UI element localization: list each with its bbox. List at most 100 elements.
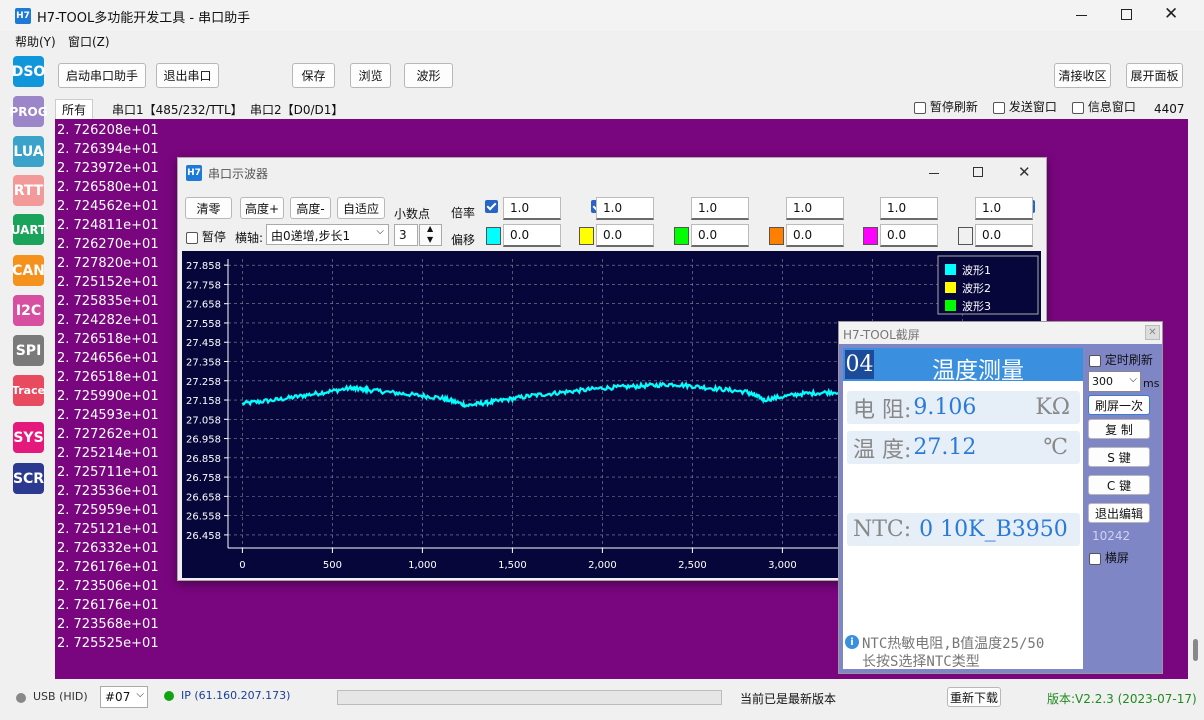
data-lines: 2. 726208e+01 2. 726394e+01 2. 723972e+01 2… [57, 121, 159, 653]
decimal-input[interactable]: 3 [394, 224, 418, 246]
channel-1-color-swatch[interactable] [486, 227, 501, 245]
pause-refresh-label: 暂停刷新 [929, 100, 978, 114]
channel-3-color-swatch[interactable] [674, 227, 689, 245]
sidebar-dso-icon[interactable]: DSO [12, 56, 45, 87]
resistance-readout: 电 阻: 9.106 KΩ [847, 391, 1080, 424]
sidebar-lua-icon[interactable]: LUA [13, 136, 44, 167]
port-select[interactable]: #07 ⌵ [100, 686, 148, 708]
channel-1-enable-checkbox[interactable] [485, 200, 498, 213]
data-line: 2. 725835e+01 [57, 294, 159, 309]
sidebar-scr-icon[interactable]: SCR [13, 463, 44, 494]
close-icon[interactable]: ✕ [1164, 4, 1178, 24]
sidebar-uart-icon[interactable]: UART [11, 214, 46, 245]
data-line: 2. 723568e+01 [57, 617, 159, 632]
spinner-up-icon[interactable]: ▲ [427, 224, 433, 233]
send-window-option[interactable]: 发送窗口 [993, 98, 1057, 115]
pause-refresh-option[interactable]: 暂停刷新 [914, 98, 978, 115]
channel-4-scale-input[interactable]: 1.0 [786, 197, 844, 220]
sidebar-sys-icon[interactable]: SYS [13, 422, 44, 453]
expand-panel-button[interactable]: 展开面板 [1126, 63, 1183, 88]
y-tick-label: 27.858 [186, 261, 221, 272]
channel-4-color-swatch[interactable] [769, 227, 784, 245]
scrollbar-thumb[interactable] [1193, 639, 1198, 661]
start-serial-button[interactable]: 启动串口助手 [58, 63, 146, 88]
maximize-icon[interactable] [1121, 9, 1132, 20]
tab-uart2[interactable]: 串口2【D0/D1】 [244, 99, 349, 119]
ntc-value: 0 10K_B3950 [919, 517, 1068, 542]
channel-5-color-swatch[interactable] [863, 227, 878, 245]
scope-pause-option[interactable]: 暂停 [186, 228, 226, 245]
lcd-close-icon[interactable]: ✕ [1145, 325, 1160, 340]
scope-close-icon[interactable]: ✕ [1018, 163, 1031, 181]
sidebar-trace-icon[interactable]: Trace [12, 375, 45, 406]
pause-refresh-checkbox[interactable] [914, 101, 926, 114]
temperature-label: 温 度: [853, 437, 912, 463]
channel-3-offset-input[interactable]: 0.0 [691, 224, 749, 247]
spinner-down-icon[interactable]: ▼ [427, 235, 433, 244]
legend-label-3: 波形3 [962, 300, 991, 313]
sidebar-spi-icon[interactable]: SPI [13, 335, 44, 366]
landscape-checkbox[interactable] [1089, 552, 1101, 565]
channel-4-offset-input[interactable]: 0.0 [786, 224, 844, 247]
auto-fit-button[interactable]: 自适应 [337, 197, 385, 219]
channel-5-offset-input[interactable]: 0.0 [880, 224, 938, 247]
browse-button[interactable]: 浏览 [350, 63, 391, 88]
sidebar-prog-icon[interactable]: PROG [9, 96, 48, 127]
sidebar-rtt-icon[interactable]: RTT [13, 175, 44, 206]
landscape-option[interactable]: 横屏 [1089, 549, 1129, 566]
channel-3-scale-input[interactable]: 1.0 [691, 197, 749, 220]
y-tick-label: 27.758 [186, 280, 221, 291]
channel-1-offset-input[interactable]: 0.0 [503, 224, 561, 247]
channel-6-color-swatch[interactable] [958, 227, 973, 245]
clear-rx-button[interactable]: 清接收区 [1054, 63, 1111, 88]
tab-uart2-label: 串口2【D0/D1】 [250, 102, 344, 117]
timed-refresh-checkbox[interactable] [1089, 354, 1101, 367]
scope-pause-checkbox[interactable] [186, 231, 198, 244]
info-window-option[interactable]: 信息窗口 [1072, 98, 1136, 115]
send-window-checkbox[interactable] [993, 101, 1005, 114]
decimal-spinner[interactable]: ▲ ▼ [419, 224, 442, 246]
channel-6-scale-input[interactable]: 1.0 [975, 197, 1033, 220]
channel-2-color-swatch[interactable] [579, 227, 594, 245]
redownload-button[interactable]: 重新下载 [947, 687, 1001, 707]
scope-maximize-icon[interactable] [973, 167, 983, 177]
data-line: 2. 724656e+01 [57, 351, 159, 366]
clear-zero-button[interactable]: 清零 [185, 197, 232, 219]
refresh-once-button[interactable]: 刷屏一次 [1088, 395, 1150, 415]
scope-minimize-icon[interactable] [929, 173, 939, 174]
ms-label: ms [1143, 377, 1160, 390]
channel-2-scale-input[interactable]: 1.0 [596, 197, 654, 220]
tab-all-label: 所有 [62, 103, 87, 117]
x-tick-label: 500 [323, 560, 342, 571]
tab-all[interactable]: 所有 [55, 99, 94, 119]
copy-button[interactable]: 复 制 [1088, 419, 1150, 439]
channel-2-offset-input[interactable]: 0.0 [596, 224, 654, 247]
tab-uart1[interactable]: 串口1【485/232/TTL】 [106, 99, 249, 119]
vertical-scrollbar[interactable] [1188, 119, 1204, 679]
wave-button[interactable]: 波形 [404, 63, 453, 88]
interval-select[interactable]: 300 ⌵ [1088, 371, 1141, 392]
exit-edit-button[interactable]: 退出编辑 [1088, 503, 1150, 523]
sidebar-i2c-icon[interactable]: I2C [13, 295, 44, 326]
height-minus-button[interactable]: 高度- [290, 197, 331, 219]
sidebar-can-icon[interactable]: CAN [12, 255, 45, 286]
timed-refresh-option[interactable]: 定时刷新 [1089, 351, 1153, 368]
minimize-icon[interactable] [1076, 15, 1087, 16]
exit-serial-button[interactable]: 退出串口 [156, 63, 219, 88]
resistance-value: 9.106 [913, 395, 977, 420]
s-key-button[interactable]: S 键 [1088, 447, 1150, 467]
data-line: 2. 726518e+01 [57, 332, 159, 347]
save-button[interactable]: 保存 [292, 63, 335, 88]
data-line: 2. 723536e+01 [57, 484, 159, 499]
channel-5-scale-input[interactable]: 1.0 [880, 197, 938, 220]
info-window-checkbox[interactable] [1072, 101, 1084, 114]
resistance-label: 电 阻: [853, 397, 912, 423]
height-plus-button[interactable]: 高度+ [240, 197, 284, 219]
c-key-button[interactable]: C 键 [1088, 475, 1150, 495]
channel-1-scale-input[interactable]: 1.0 [503, 197, 561, 220]
menu-help[interactable]: 帮助(Y) [15, 33, 56, 50]
menu-window[interactable]: 窗口(Z) [68, 33, 110, 50]
xaxis-select[interactable]: 由0递增,步长1 ⌵ [266, 224, 389, 245]
channel-6-offset-input[interactable]: 0.0 [975, 224, 1033, 247]
decimal-label: 小数点 [394, 207, 431, 221]
